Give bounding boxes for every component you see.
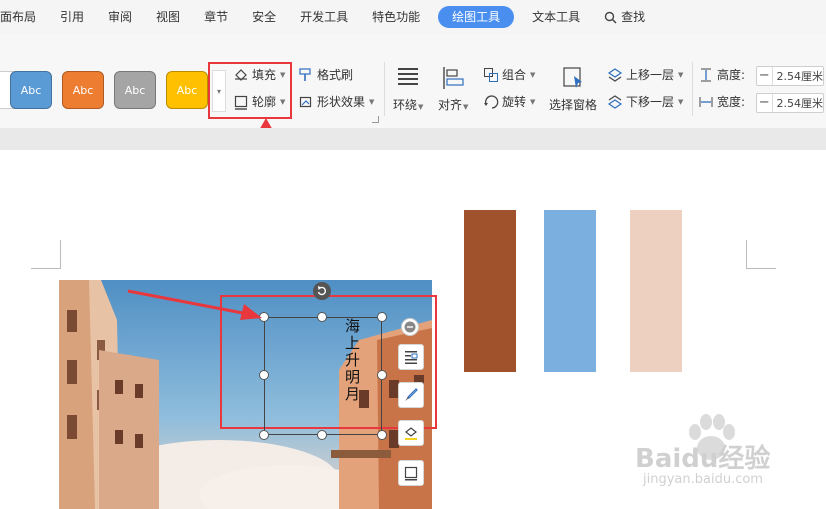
document-top-gap: [0, 128, 826, 150]
format-painter-icon: [298, 67, 314, 83]
wrap-label: 环绕▼: [393, 98, 424, 112]
resize-handle-bottom[interactable]: [317, 430, 327, 440]
shape-style-blue[interactable]: Abc: [10, 71, 52, 109]
resize-handle-right[interactable]: [377, 370, 387, 380]
selection-pane-button[interactable]: 选择窗格: [549, 66, 597, 113]
tab-reference[interactable]: 引用: [48, 6, 96, 28]
resize-handle-top-right[interactable]: [377, 312, 387, 322]
search-button[interactable]: 查找: [592, 6, 657, 28]
tab-special-features[interactable]: 特色功能: [360, 6, 432, 28]
collapse-tools-button[interactable]: [401, 318, 419, 336]
shape-style-gold[interactable]: Abc: [166, 71, 208, 109]
tab-view[interactable]: 视图: [144, 6, 192, 28]
chevron-down-icon: ▼: [369, 97, 375, 106]
tab-text-tools[interactable]: 文本工具: [520, 6, 592, 28]
resize-handle-left[interactable]: [259, 370, 269, 380]
bring-forward-label: 上移一层: [626, 68, 675, 82]
chevron-down-icon: ▼: [678, 97, 684, 106]
height-label: 高度:: [717, 68, 746, 82]
ribbon-separator: [692, 62, 693, 116]
fill-color-quick-button[interactable]: [398, 420, 424, 446]
paint-bucket-icon: [405, 427, 417, 440]
tab-drawing-tools[interactable]: 绘图工具: [438, 6, 515, 28]
resize-handle-bottom-left[interactable]: [259, 430, 269, 440]
rotate-label: 旋转: [502, 95, 527, 109]
resize-handle-top[interactable]: [317, 312, 327, 322]
minus-circle-icon: [404, 321, 416, 333]
color-swatch-blue: [544, 210, 596, 372]
group-icon: [483, 67, 499, 83]
group-dialog-launcher-icon[interactable]: [372, 116, 379, 123]
resize-handle-bottom-right[interactable]: [377, 430, 387, 440]
align-label: 对齐▼: [438, 98, 469, 112]
tab-page-layout[interactable]: 面布局: [0, 6, 48, 28]
search-label: 查找: [621, 10, 646, 24]
width-spinner[interactable]: − 2.54厘米: [756, 93, 824, 113]
send-backward-icon: [607, 94, 623, 110]
width-value[interactable]: 2.54厘米: [773, 95, 824, 111]
chevron-down-icon: ▼: [530, 97, 536, 106]
shape-style-gray[interactable]: Abc: [114, 71, 156, 109]
width-label-group: 宽度:: [698, 93, 745, 110]
rotate-button[interactable]: 旋转 ▼: [483, 93, 535, 110]
minus-icon[interactable]: −: [757, 94, 773, 112]
bring-forward-button[interactable]: 上移一层 ▼: [607, 66, 683, 83]
rotate-icon: [483, 94, 499, 110]
group-label: 组合: [502, 68, 527, 82]
height-icon: [698, 67, 714, 83]
format-painter-button[interactable]: 格式刷: [298, 66, 353, 83]
ribbon-separator: [384, 62, 385, 116]
menu-tab-bar: 面布局 引用 审阅 视图 章节 安全 开发工具 特色功能 绘图工具 文本工具 查…: [0, 0, 826, 34]
shape-outline-icon: [404, 466, 418, 481]
rotate-handle-icon: [317, 286, 327, 296]
height-value[interactable]: 2.54厘米: [773, 68, 824, 84]
search-icon: [604, 11, 617, 24]
send-backward-button[interactable]: 下移一层 ▼: [607, 93, 683, 110]
tab-security[interactable]: 安全: [240, 6, 288, 28]
bring-forward-icon: [607, 67, 623, 83]
tab-review[interactable]: 审阅: [96, 6, 144, 28]
highlight-box-fill-outline: [208, 62, 292, 119]
shape-effects-icon: [298, 94, 314, 110]
selection-pane-label: 选择窗格: [549, 98, 598, 112]
group-button[interactable]: 组合 ▼: [483, 66, 535, 83]
textbox-frame[interactable]: [264, 317, 382, 435]
tab-dev-tools[interactable]: 开发工具: [288, 6, 360, 28]
brush-icon: [405, 388, 418, 401]
color-swatch-brown: [464, 210, 516, 372]
color-swatch-peach: [630, 210, 682, 372]
selection-pane-icon: [563, 67, 582, 88]
text-wrap-icon: [398, 68, 419, 85]
text-wrap-icon: [405, 351, 418, 364]
wrap-text-button[interactable]: 环绕▼: [393, 66, 423, 113]
page-margin-mark-left: [31, 240, 61, 269]
layout-options-button[interactable]: [398, 344, 424, 370]
height-label-group: 高度:: [698, 66, 745, 83]
height-spinner[interactable]: − 2.54厘米: [756, 66, 824, 86]
align-button[interactable]: 对齐▼: [438, 66, 468, 113]
shape-effects-button[interactable]: 形状效果 ▼: [298, 93, 374, 110]
page-margin-mark-right: [746, 240, 776, 269]
chevron-down-icon: ▼: [678, 70, 684, 79]
width-label: 宽度:: [717, 95, 746, 109]
textbox-vertical-text[interactable]: 海上升明月: [343, 318, 363, 403]
minus-icon[interactable]: −: [757, 67, 773, 85]
width-icon: [698, 94, 714, 110]
red-arrow-right: [127, 289, 262, 320]
tab-section[interactable]: 章节: [192, 6, 240, 28]
format-painter-label: 格式刷: [317, 68, 354, 82]
shape-effects-label: 形状效果: [317, 95, 366, 109]
outline-quick-button[interactable]: [398, 460, 424, 486]
chevron-down-icon: ▼: [530, 70, 536, 79]
style-brush-button[interactable]: [398, 382, 424, 408]
align-icon: [443, 67, 464, 89]
shape-style-orange[interactable]: Abc: [62, 71, 104, 109]
send-backward-label: 下移一层: [626, 95, 675, 109]
rotate-handle[interactable]: [313, 282, 331, 300]
